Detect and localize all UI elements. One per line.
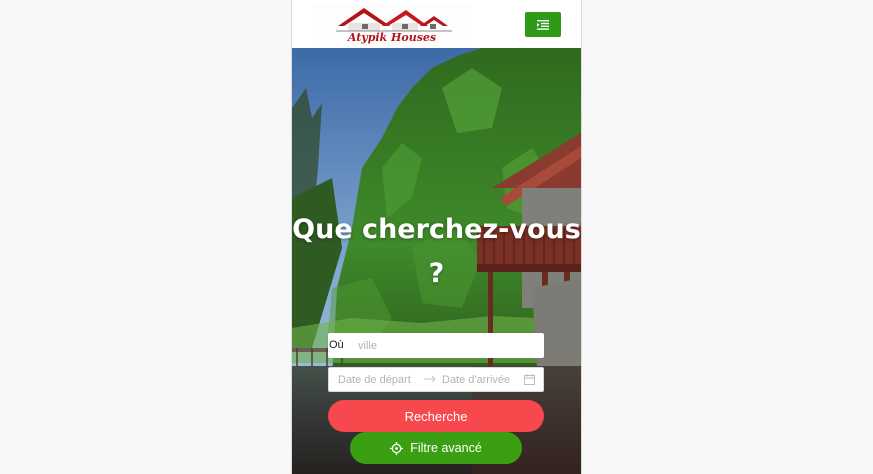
where-label: Où	[329, 339, 344, 351]
where-field: Où	[328, 333, 548, 358]
end-date-input[interactable]: Date d'arrivée	[442, 374, 510, 386]
site-header: Atypik Houses	[292, 0, 581, 49]
hero-title: Que cherchez-vous ?	[292, 214, 581, 289]
menu-list-icon	[537, 19, 549, 30]
menu-button[interactable]	[525, 12, 561, 37]
arrow-right-icon	[424, 375, 436, 383]
date-range-picker[interactable]: Date de départ Date d'arrivée	[328, 367, 544, 392]
start-date-input[interactable]: Date de départ	[338, 374, 411, 386]
calendar-icon	[524, 374, 535, 385]
advanced-filter-label: Filtre avancé	[410, 441, 482, 455]
logo-text: Atypik Houses	[347, 31, 436, 44]
mobile-viewport: Atypik Houses Que cherchez-vous ? Où vil…	[291, 0, 582, 474]
hero-section: Que cherchez-vous ? Où Date de départ Da…	[292, 48, 581, 474]
city-input[interactable]	[350, 333, 548, 358]
crosshair-icon	[390, 441, 404, 455]
atypik-houses-logo[interactable]: Atypik Houses	[312, 4, 472, 46]
search-button[interactable]: Recherche	[328, 400, 544, 432]
advanced-filter-button[interactable]: Filtre avancé	[350, 432, 522, 464]
